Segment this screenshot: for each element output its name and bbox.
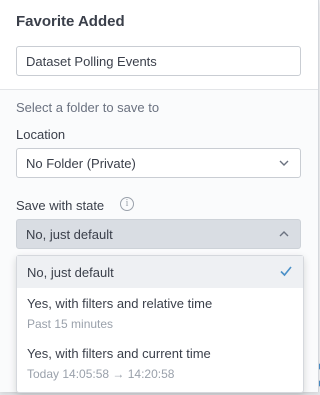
divider	[0, 89, 318, 90]
option-label: Yes, with filters and current time	[27, 346, 211, 361]
folder-prompt: Select a folder to save to	[16, 100, 160, 115]
option-label: Yes, with filters and relative time	[27, 296, 213, 311]
state-option-relative-time[interactable]: Yes, with filters and relative time Past…	[17, 296, 303, 331]
option-label: No, just default	[27, 265, 114, 280]
state-dropdown-menu: No, just default Yes, with filters and r…	[16, 255, 304, 393]
state-select[interactable]: No, just default	[16, 219, 301, 249]
location-select-value: No Folder (Private)	[26, 155, 136, 171]
popover-title: Favorite Added	[16, 13, 125, 30]
checkmark-icon	[280, 266, 292, 277]
favorite-name-input[interactable]	[16, 46, 301, 76]
state-option-default[interactable]: No, just default	[17, 256, 303, 288]
option-sublabel: Past 15 minutes	[27, 317, 114, 331]
location-label: Location	[16, 127, 66, 142]
location-select[interactable]: No Folder (Private)	[16, 148, 301, 178]
favorite-added-popover: Favorite Added Select a folder to save t…	[0, 0, 319, 393]
chevron-up-icon	[279, 231, 289, 237]
option-sublabel: Today 14:05:58 → 14:20:58	[27, 367, 175, 381]
info-icon[interactable]: i	[120, 197, 134, 211]
state-option-current-time[interactable]: Yes, with filters and current time Today…	[17, 346, 303, 381]
state-select-value: No, just default	[26, 226, 113, 242]
chevron-down-icon	[279, 160, 289, 166]
state-label: Save with state	[16, 198, 105, 213]
